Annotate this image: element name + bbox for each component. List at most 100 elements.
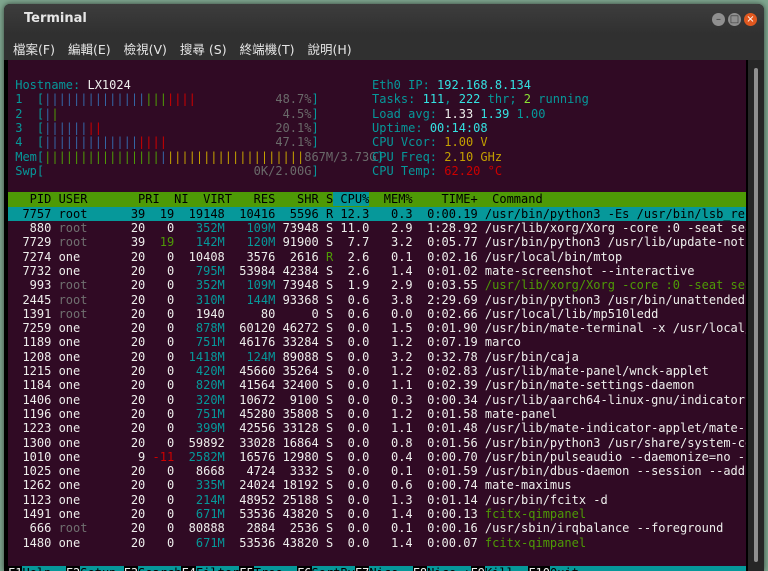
process-row[interactable]: 7729 root 39 19 142M 120M 91900 S 7.7 3.… bbox=[8, 235, 746, 249]
mem-meter-label: Mem[ bbox=[8, 149, 45, 164]
cpu-meter-4-fill bbox=[167, 135, 275, 149]
terminal-area[interactable]: Hostname: LX1024 1 [||||||||||||||||||||… bbox=[8, 60, 746, 571]
process-row[interactable]: 1480 one 20 0 671M 53536 43820 S 0.0 1.4… bbox=[8, 536, 746, 550]
fkey-f10: F10 bbox=[528, 565, 550, 571]
time-cell: 0:01.59 bbox=[412, 464, 478, 479]
ni-cell: 0 bbox=[145, 507, 175, 521]
state-cell: S bbox=[318, 421, 334, 436]
column-header-ni: NI bbox=[159, 192, 189, 207]
fkey-f3-label[interactable]: Search bbox=[138, 565, 182, 571]
minimize-icon[interactable]: – bbox=[712, 13, 725, 26]
pri-cell: 20 bbox=[123, 535, 146, 550]
menu-terminal[interactable]: 終端機(T) bbox=[231, 34, 299, 58]
meter-right-3: Uptime: 00:14:08 bbox=[372, 121, 488, 135]
pri-cell: 20 bbox=[123, 406, 146, 421]
maximize-icon[interactable]: □ bbox=[728, 13, 741, 26]
close-icon[interactable]: × bbox=[744, 13, 757, 26]
process-row[interactable]: 1300 one 20 0 59892 33028 16864 S 0.0 0.… bbox=[8, 436, 746, 450]
cpu-meter-3-bar: |||||| bbox=[44, 120, 88, 135]
fkey-f5-label[interactable]: Tree bbox=[253, 565, 298, 571]
process-row[interactable]: 1025 one 20 0 8668 4724 3332 S 0.0 0.1 0… bbox=[8, 464, 746, 478]
process-row[interactable]: 2445 root 20 0 310M 144M 93368 S 0.6 3.8… bbox=[8, 293, 746, 307]
res-cell: 80 bbox=[224, 306, 276, 321]
process-row[interactable]: 1223 one 20 0 399M 42556 33128 S 0.0 1.1… bbox=[8, 421, 746, 435]
user-cell: one bbox=[58, 406, 124, 421]
process-row[interactable]: 1391 root 20 0 1940 80 0 S 0.6 0.0 0:02.… bbox=[8, 307, 746, 321]
fkey-f4-label[interactable]: Filter bbox=[195, 565, 240, 571]
fkey-f8-label[interactable]: Nice + bbox=[427, 565, 471, 571]
time-cell: 0:02.66 bbox=[412, 306, 478, 321]
process-row[interactable]: 1123 one 20 0 214M 48952 25188 S 0.0 1.3… bbox=[8, 493, 746, 507]
fkey-f3: F3 bbox=[123, 565, 139, 571]
fkey-f1-label[interactable]: Help bbox=[22, 565, 66, 571]
fkey-f6-label[interactable]: SortBy bbox=[311, 565, 355, 571]
menu-edit[interactable]: 編輯(E) bbox=[59, 34, 115, 58]
fkey-f7-label[interactable]: Nice - bbox=[369, 565, 413, 571]
command-cell: fcitx-qimpanel bbox=[477, 535, 587, 550]
ni-cell: 0 bbox=[145, 406, 175, 421]
process-row[interactable]: 1406 one 20 0 320M 10672 9100 S 0.0 0.3 … bbox=[8, 393, 746, 407]
process-row[interactable]: 1196 one 20 0 751M 45280 35808 S 0.0 1.2… bbox=[8, 407, 746, 421]
res-cell: 33028 bbox=[224, 435, 276, 450]
command-cell: /usr/local/lib/mp510ledd bbox=[477, 306, 659, 321]
meter-right-4: CPU Vcor: 1.00 V bbox=[372, 135, 488, 149]
fkey-f2-label[interactable]: Setup bbox=[80, 565, 124, 571]
process-row[interactable]: 1208 one 20 0 1418M 124M 89088 S 0.0 3.2… bbox=[8, 350, 746, 364]
fkey-f10-label[interactable]: Quit bbox=[550, 565, 579, 571]
res-cell: 48952 bbox=[224, 492, 276, 507]
process-row[interactable]: 1184 one 20 0 820M 41564 32400 S 0.0 1.1… bbox=[8, 378, 746, 392]
state-cell: S bbox=[318, 278, 334, 293]
state-cell: S bbox=[318, 507, 334, 521]
command-cell: /usr/local/bin/mtop bbox=[477, 249, 623, 264]
fkey-f1: F1 bbox=[8, 565, 23, 571]
ni-cell: 0 bbox=[145, 364, 175, 378]
shr-cell: 2536 bbox=[275, 521, 319, 536]
state-cell: S bbox=[318, 263, 334, 278]
meter-right-5: CPU Freq: 2.10 GHz bbox=[372, 150, 502, 164]
cpu-meter-3-fill bbox=[102, 121, 275, 135]
process-row[interactable]: 1262 one 20 0 335M 24024 18192 S 0.0 0.6… bbox=[8, 478, 746, 492]
virt-cell: 352M bbox=[174, 221, 225, 235]
shr-cell: 32400 bbox=[275, 378, 319, 393]
pid-cell: 7732 bbox=[8, 263, 59, 278]
ni-cell: 0 bbox=[145, 321, 175, 336]
time-cell: 0:01.48 bbox=[412, 421, 478, 436]
process-row[interactable]: 1491 one 20 0 671M 53536 43820 S 0.0 1.4… bbox=[8, 507, 746, 521]
pid-cell: 1406 bbox=[8, 392, 59, 407]
process-row[interactable]: 993 root 20 0 352M 109M 73948 S 1.9 2.9 … bbox=[8, 278, 746, 292]
cpu-cell: 2.6 bbox=[333, 263, 370, 278]
menu-file[interactable]: 檔案(F) bbox=[4, 34, 59, 58]
process-row[interactable]: 7274 one 20 0 10408 3576 2616 R 2.6 0.1 … bbox=[8, 250, 746, 264]
shr-cell: 35808 bbox=[275, 406, 319, 421]
pri-cell: 20 bbox=[123, 263, 146, 278]
res-cell: 16576 bbox=[224, 449, 276, 464]
process-row[interactable]: 7757 root 39 19 19148 10416 5596 R 12.3 … bbox=[8, 206, 746, 221]
cpu-cell: 0.6 bbox=[333, 292, 370, 307]
command-cell: mate-screenshot --interactive bbox=[477, 263, 695, 278]
process-row[interactable]: 880 root 20 0 352M 109M 73948 S 11.0 2.9… bbox=[8, 221, 746, 235]
res-cell: 53536 bbox=[224, 535, 276, 550]
mem-cell: 0.1 bbox=[369, 521, 413, 536]
scrollbar-thumb[interactable] bbox=[754, 68, 758, 562]
mem-cell: 3.2 bbox=[369, 235, 413, 250]
swap-meter-fill bbox=[44, 164, 254, 178]
shr-cell: 91900 bbox=[275, 235, 319, 250]
process-row[interactable]: 1189 one 20 0 751M 46176 33284 S 0.0 1.2… bbox=[8, 335, 746, 349]
pid-cell: 1184 bbox=[8, 378, 59, 393]
process-row[interactable]: 666 root 20 0 80888 2884 2536 S 0.0 0.1 … bbox=[8, 521, 746, 535]
title-bar[interactable]: Terminal – □ × bbox=[4, 4, 764, 34]
menu-search[interactable]: 搜尋 (S) bbox=[171, 34, 231, 58]
scrollbar[interactable] bbox=[748, 60, 764, 571]
menu-view[interactable]: 檢視(V) bbox=[115, 34, 171, 58]
process-row[interactable]: 7259 one 20 0 878M 60120 46272 S 0.0 1.5… bbox=[8, 321, 746, 335]
cpu-cell: 0.0 bbox=[333, 449, 370, 464]
process-row[interactable]: 1215 one 20 0 420M 45660 35264 S 0.0 1.2… bbox=[8, 364, 746, 378]
ni-cell: 19 bbox=[145, 235, 175, 250]
process-row[interactable]: 7732 one 20 0 795M 53984 42384 S 2.6 1.4… bbox=[8, 264, 746, 278]
pri-cell: 20 bbox=[123, 435, 146, 450]
fkey-f9-label[interactable]: Kill bbox=[484, 565, 529, 571]
menu-help[interactable]: 說明(H) bbox=[298, 34, 355, 58]
ni-cell: 0 bbox=[145, 464, 175, 479]
cpu-cell: 2.6 bbox=[333, 249, 370, 264]
process-row[interactable]: 1010 one 9 -11 2582M 16576 12980 S 0.0 0… bbox=[8, 450, 746, 464]
